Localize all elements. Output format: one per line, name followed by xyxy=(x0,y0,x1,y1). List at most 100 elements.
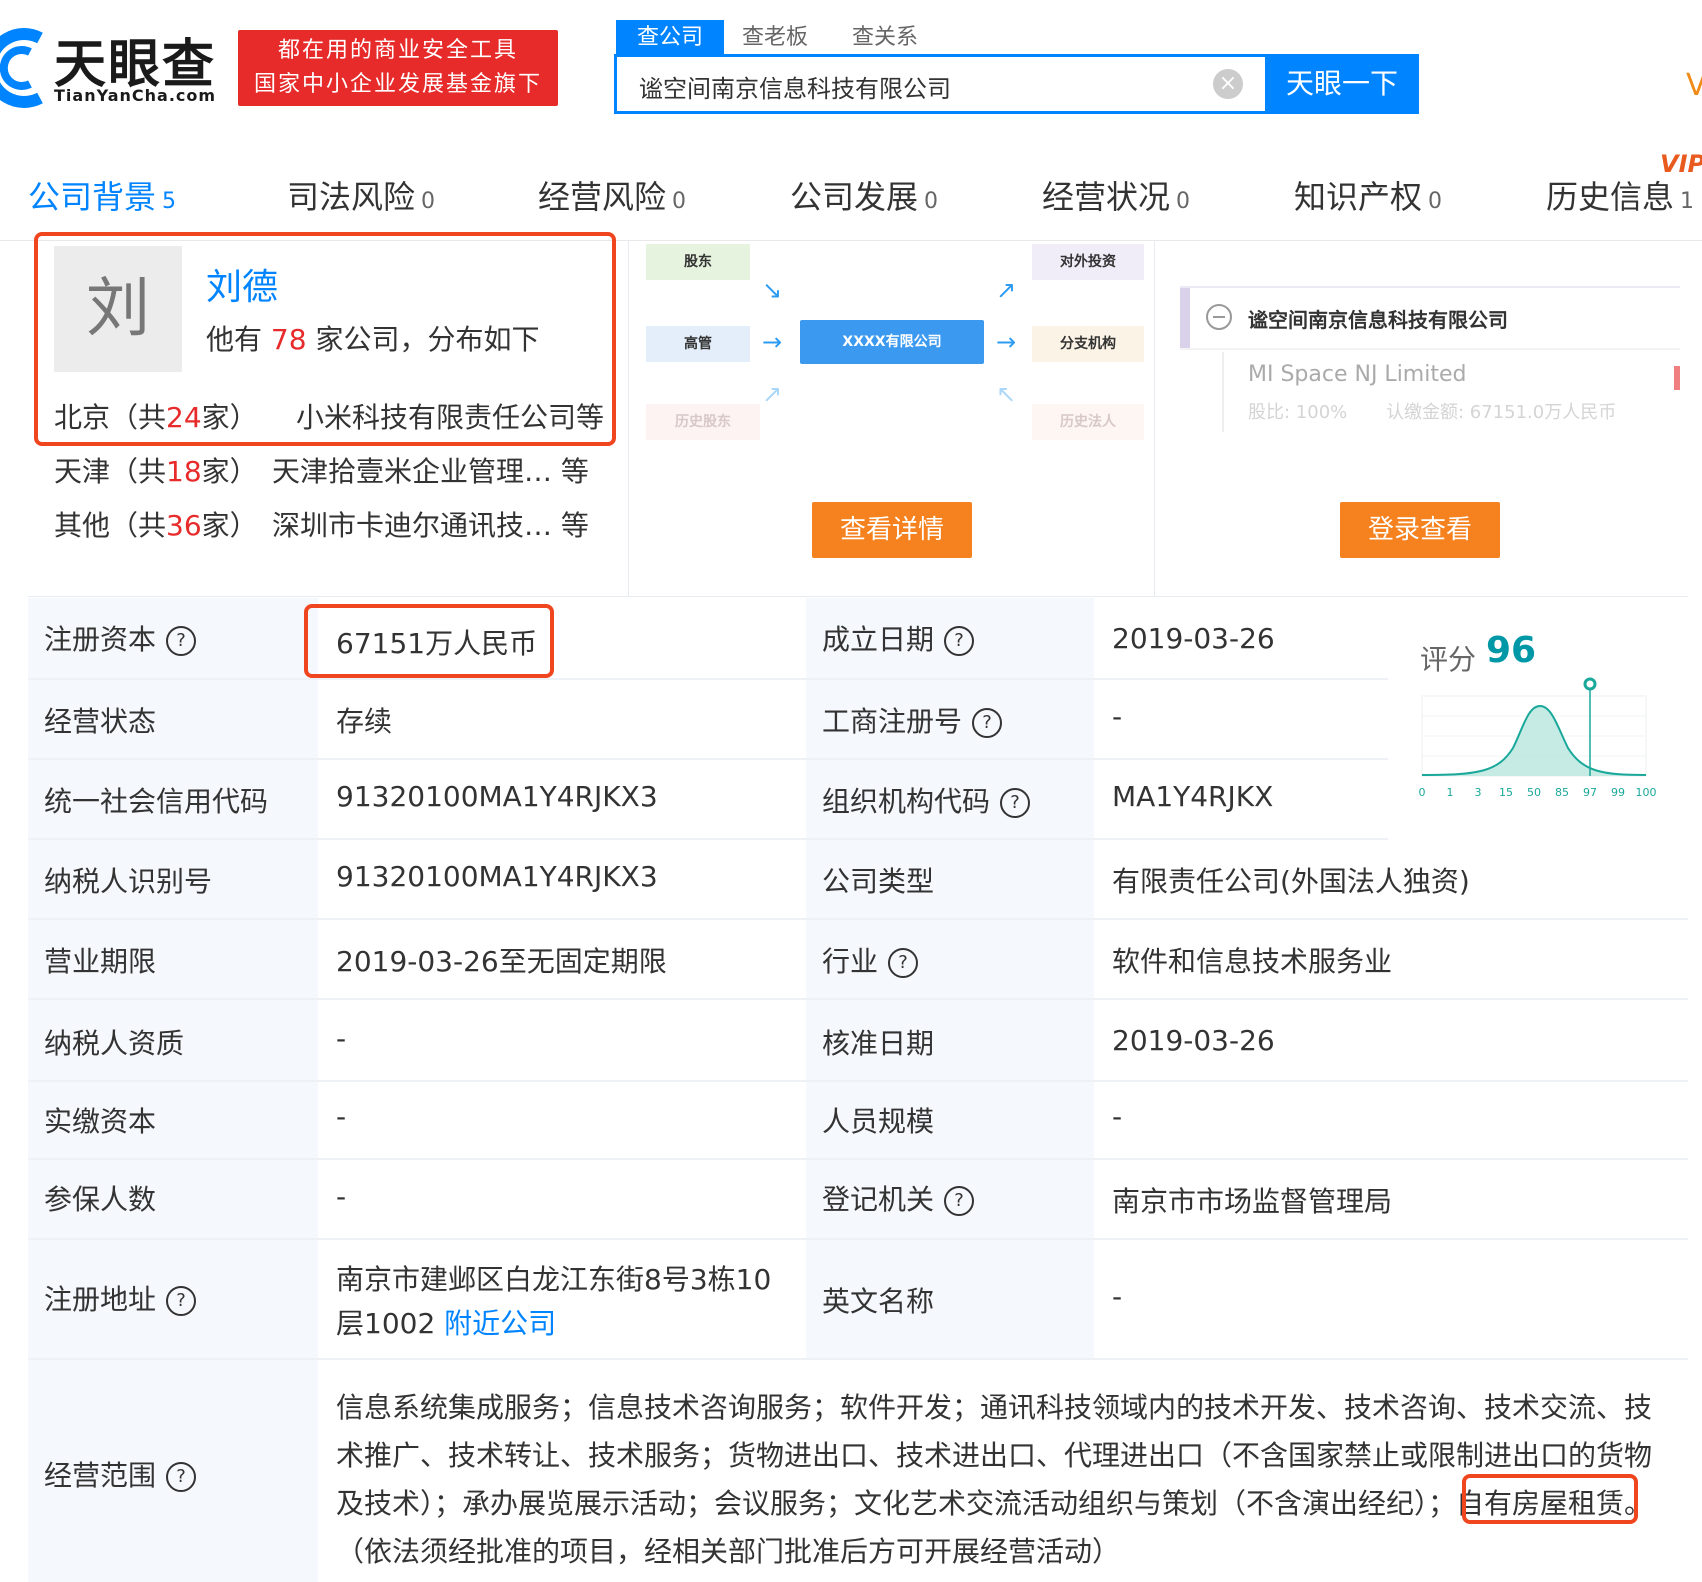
city-company: 深圳市卡迪尔通讯技… 等 xyxy=(272,509,589,542)
score-value: 96 xyxy=(1486,630,1537,671)
established-date-value: 2019-03-26 xyxy=(1112,622,1275,655)
score-tick-label: 15 xyxy=(1499,786,1513,799)
city-row-tianjin[interactable]: 天津（共18家） 天津拾壹米企业管理… 等 xyxy=(54,450,614,490)
nav-tab-development[interactable]: 公司发展 0 xyxy=(790,172,938,218)
table-row: 注册地址? 南京市建邺区白龙江东街8号3栋10 层1002 附近公司 英文名称 … xyxy=(28,1240,1688,1360)
nav-tab-ip[interactable]: 知识产权 0 xyxy=(1294,172,1442,218)
arrow-icon: ↗ xyxy=(762,380,783,408)
search-button[interactable]: 天眼一下 xyxy=(1265,54,1419,114)
nav-tab-label: 历史信息 xyxy=(1546,178,1675,216)
field-label: 统一社会信用代码 xyxy=(44,785,269,818)
nav-tab-count: 0 xyxy=(1176,189,1191,214)
field-label: 注册资本? xyxy=(44,618,197,658)
graph-node-investment: 对外投资 xyxy=(1032,244,1144,280)
nav-tab-count: 0 xyxy=(1428,189,1443,214)
highlight-box-capital xyxy=(304,604,554,678)
nav-tab-operating-risk[interactable]: 经营风险 0 xyxy=(538,172,686,218)
nav-tab-count: 1 xyxy=(1680,189,1695,214)
equity-edge-marker xyxy=(1674,366,1680,390)
nav-tab-label: 公司背景 xyxy=(28,178,157,216)
help-icon[interactable]: ? xyxy=(944,626,975,656)
arrow-icon: → xyxy=(996,328,1017,356)
table-row: 纳税人识别号 91320100MA1Y4RJKX3 公司类型 有限责任公司(外国… xyxy=(28,840,1688,920)
search-tab-company[interactable]: 查公司 xyxy=(616,20,724,56)
help-icon[interactable]: ? xyxy=(1000,788,1031,818)
field-value: 存续 xyxy=(336,705,393,738)
field-label: 登记机关? xyxy=(822,1178,975,1218)
field-value: - xyxy=(1112,1100,1123,1133)
field-label: 实缴资本 xyxy=(44,1105,157,1138)
nearby-companies-link[interactable]: 附近公司 xyxy=(444,1307,556,1340)
help-icon[interactable]: ? xyxy=(166,1286,197,1316)
table-row: 实缴资本 - 人员规模 - xyxy=(28,1082,1688,1160)
field-value: - xyxy=(336,1180,347,1213)
help-icon[interactable]: ? xyxy=(166,626,197,656)
score-tick-label: 50 xyxy=(1527,786,1541,799)
collapse-icon[interactable] xyxy=(1206,304,1232,330)
search-input[interactable] xyxy=(637,67,1201,105)
arrow-icon: → xyxy=(762,328,783,356)
nav-tab-judicial-risk[interactable]: 司法风险 0 xyxy=(287,172,435,218)
clear-icon[interactable]: × xyxy=(1213,69,1243,99)
field-label: 核准日期 xyxy=(822,1027,935,1060)
vip-badge: VIP xyxy=(1660,150,1702,178)
help-icon[interactable]: ? xyxy=(972,708,1003,738)
search-tab-boss[interactable]: 查老板 xyxy=(742,20,808,56)
field-value: 91320100MA1Y4RJKX3 xyxy=(336,860,658,893)
logo-subtext: TianYanCha.com xyxy=(54,86,217,105)
equity-divider xyxy=(1180,348,1680,350)
login-view-button[interactable]: 登录查看 xyxy=(1340,502,1500,558)
field-label: 纳税人识别号 xyxy=(44,865,213,898)
field-label: 经营状态 xyxy=(44,705,157,738)
score-tick-label: 99 xyxy=(1611,786,1625,799)
field-value: 91320100MA1Y4RJKX3 xyxy=(336,780,658,813)
arrow-icon: ↖ xyxy=(996,380,1017,408)
search-tab-relation[interactable]: 查关系 xyxy=(852,20,918,56)
nav-tab-label: 经营风险 xyxy=(538,178,667,216)
nav-tab-label: 知识产权 xyxy=(1294,178,1423,216)
graph-node-history-legal: 历史法人 xyxy=(1032,404,1144,440)
slogan-line-1: 都在用的商业安全工具 xyxy=(277,38,518,63)
field-label: 参保人数 xyxy=(44,1183,157,1216)
field-value: 有限责任公司(外国法人独资) xyxy=(1112,865,1470,898)
score-tick-labels: 0 1 3 15 50 85 97 99 100 xyxy=(1419,786,1657,799)
panel-divider xyxy=(628,240,629,596)
field-label: 英文名称 xyxy=(822,1285,935,1318)
nav-tab-label: 经营状况 xyxy=(1042,178,1171,216)
graph-node-history-shareholder: 历史股东 xyxy=(646,404,760,440)
nav-tab-count: 5 xyxy=(162,189,177,214)
equity-divider xyxy=(1180,286,1680,288)
equity-child-name: MI Space NJ Limited xyxy=(1248,362,1467,387)
table-row: 营业期限 2019-03-26至无固定期限 行业? 软件和信息技术服务业 xyxy=(28,920,1688,1000)
equity-company-name: 谧空间南京信息科技有限公司 xyxy=(1248,308,1508,332)
nav-tab-company-background[interactable]: 公司背景 5 xyxy=(28,172,176,218)
field-label: 人员规模 xyxy=(822,1105,935,1138)
arrow-icon: ↗ xyxy=(996,276,1017,304)
view-details-button[interactable]: 查看详情 xyxy=(812,502,972,558)
field-label: 营业期限 xyxy=(44,945,157,978)
field-label: 组织机构代码? xyxy=(822,780,1031,820)
help-icon[interactable]: ? xyxy=(166,1462,197,1492)
highlight-box-person xyxy=(34,232,616,446)
panel-divider xyxy=(1154,240,1155,596)
field-label: 注册地址? xyxy=(44,1278,197,1318)
city-name: 天津（共18家） xyxy=(54,455,258,488)
field-label: 成立日期? xyxy=(822,618,975,658)
table-row: 纳税人资质 - 核准日期 2019-03-26 xyxy=(28,1000,1688,1082)
help-icon[interactable]: ? xyxy=(944,1186,975,1216)
help-icon[interactable]: ? xyxy=(888,948,919,978)
arrow-icon: ↘ xyxy=(762,276,783,304)
city-row-other[interactable]: 其他（共36家） 深圳市卡迪尔通讯技… 等 xyxy=(54,504,614,544)
nav-tab-history[interactable]: 历史信息 1 xyxy=(1546,172,1694,218)
nav-tab-label: 司法风险 xyxy=(287,178,416,216)
slogan-line-2: 国家中小企业发展基金旗下 xyxy=(253,72,542,97)
header-right-edge-text[interactable]: V xyxy=(1686,68,1702,103)
field-value: - xyxy=(336,1022,347,1055)
nav-tab-operating-status[interactable]: 经营状况 0 xyxy=(1042,172,1190,218)
business-scope-text: 信息系统集成服务；信息技术咨询服务；软件开发；通讯科技领域内的技术开发、技术咨询… xyxy=(336,1391,1653,1568)
score-tick-label: 97 xyxy=(1583,786,1597,799)
table-row: 参保人数 - 登记机关? 南京市市场监督管理局 xyxy=(28,1160,1688,1240)
field-value: - xyxy=(1112,1280,1123,1313)
field-value: - xyxy=(336,1100,347,1133)
slogan-banner: 都在用的商业安全工具 国家中小企业发展基金旗下 xyxy=(238,30,558,106)
